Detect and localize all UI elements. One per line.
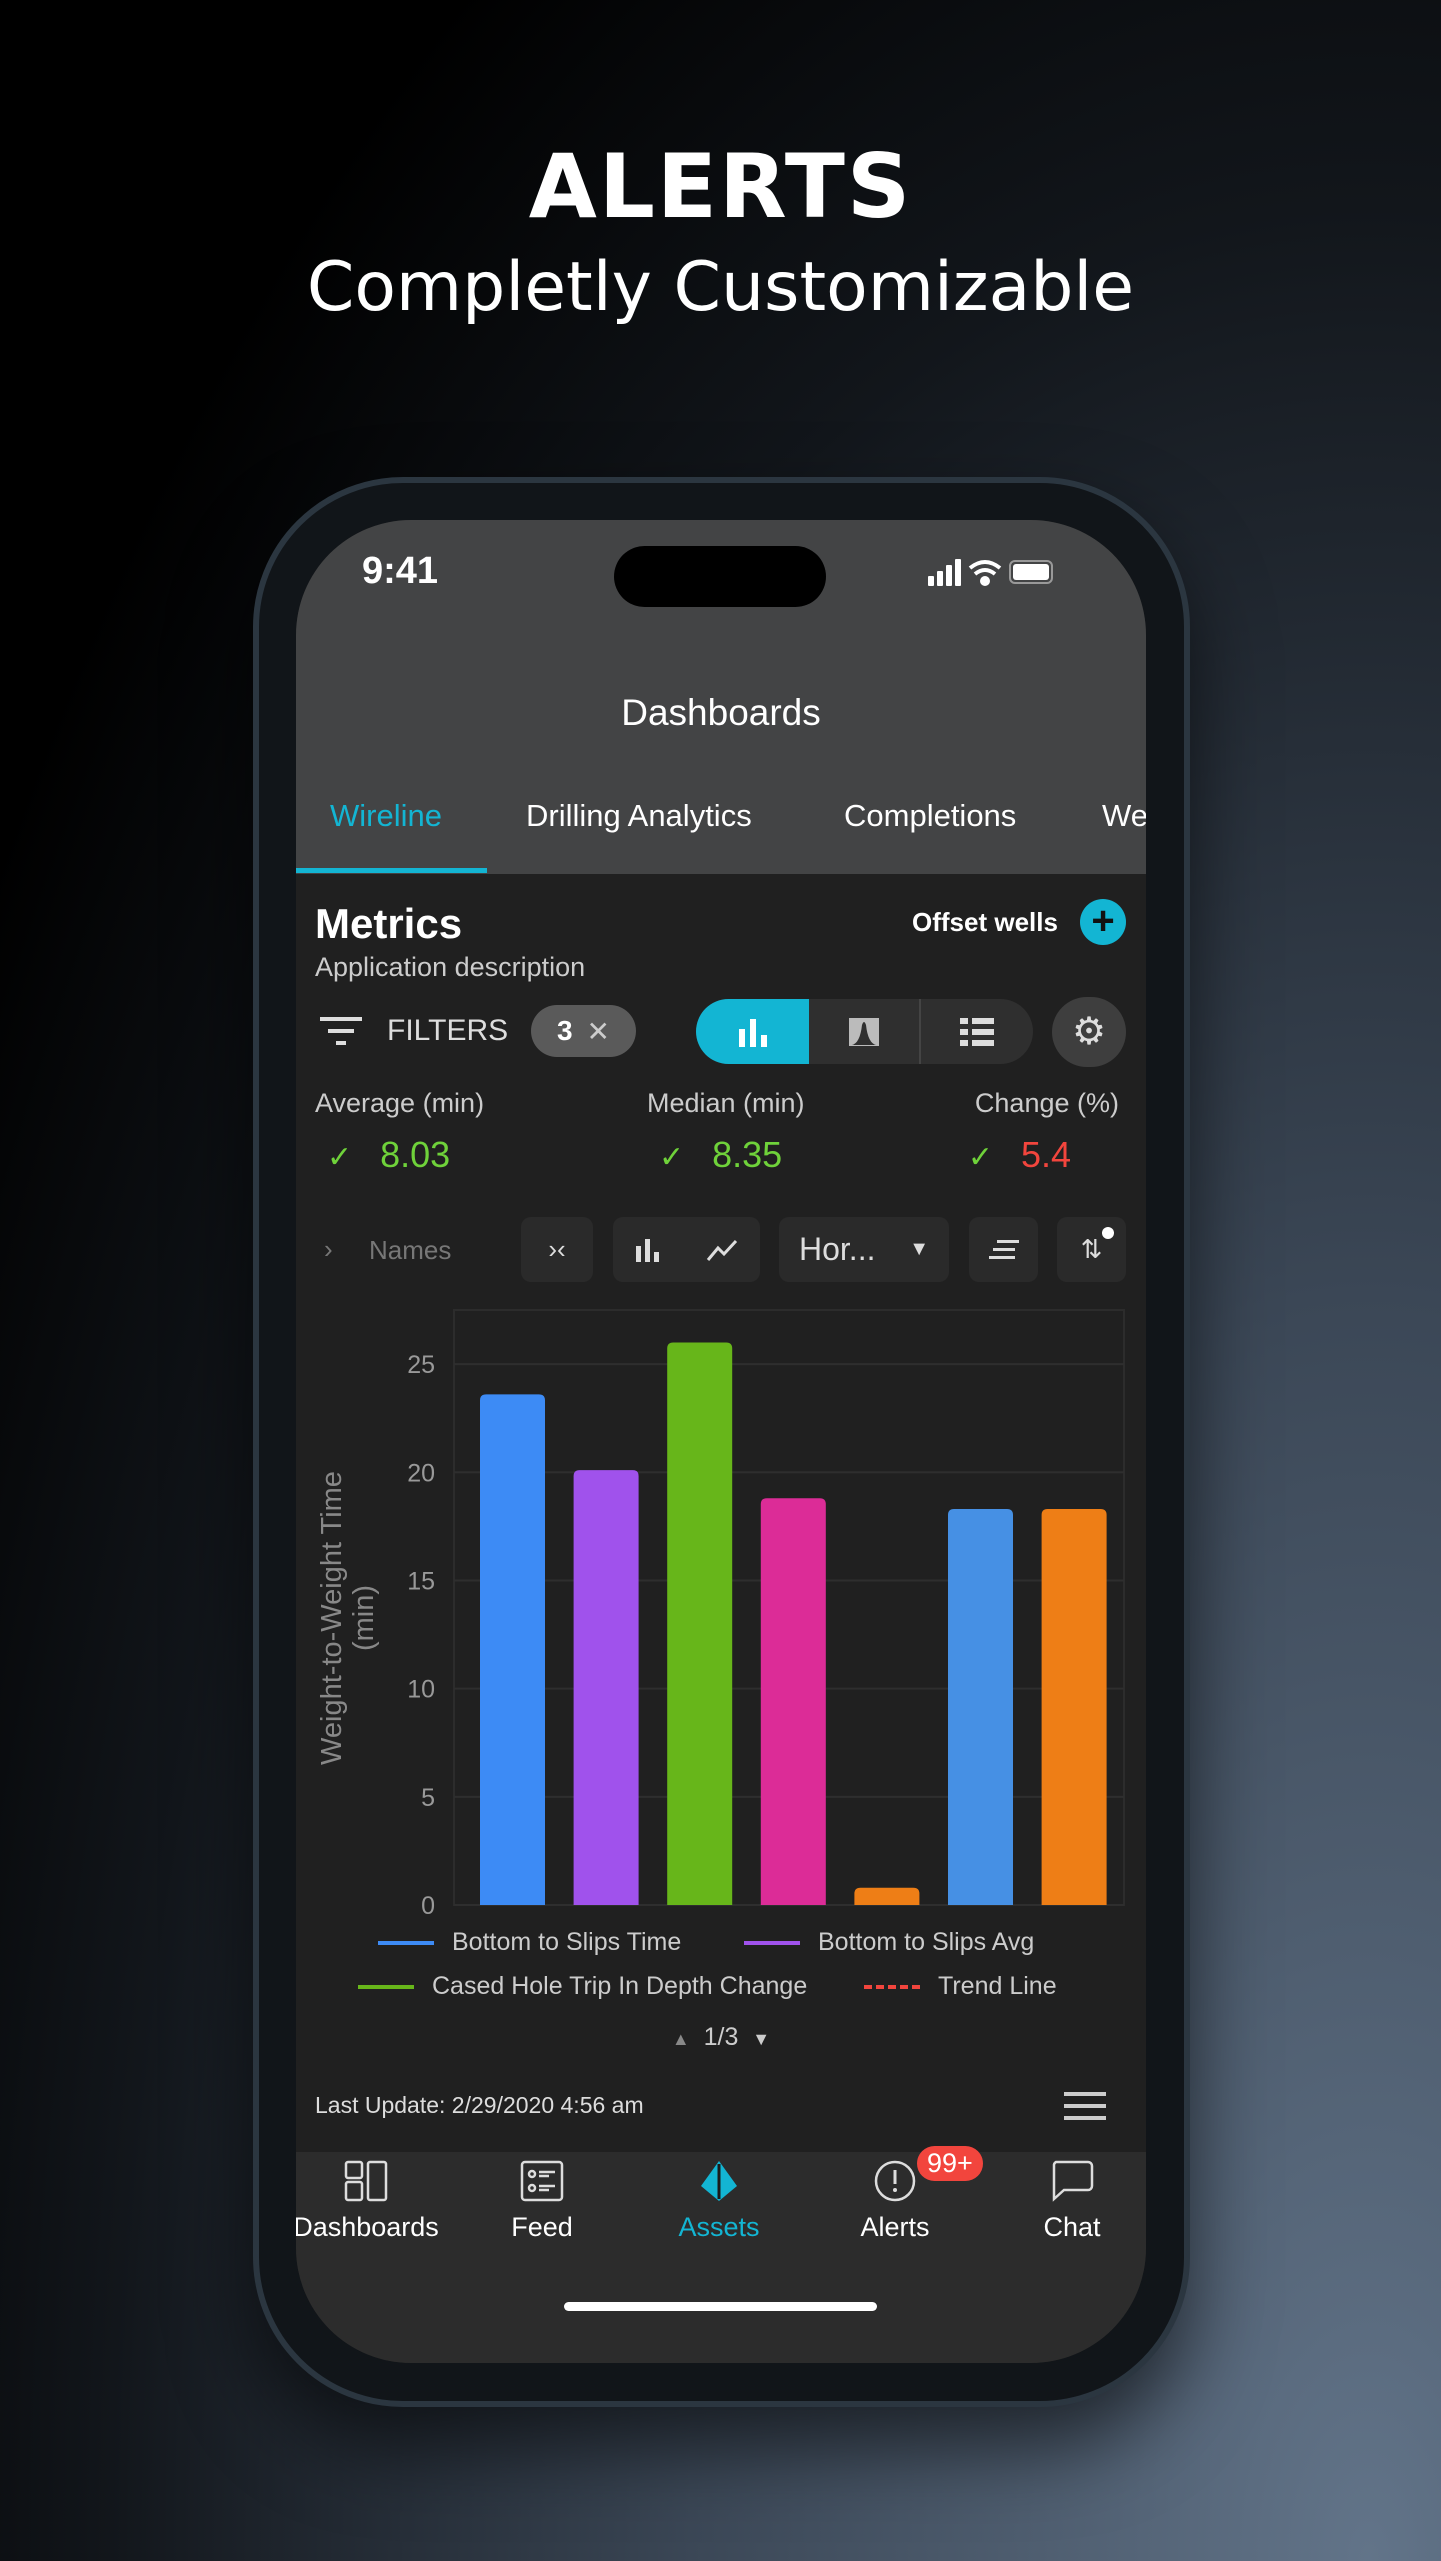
assets-icon xyxy=(701,2161,737,2201)
filters-label[interactable]: FILTERS xyxy=(387,1014,508,1048)
bar-chart-icon xyxy=(738,1018,767,1047)
nav-feed[interactable]: Feed xyxy=(462,2160,622,2243)
bar-view-button[interactable] xyxy=(696,999,809,1064)
bar[interactable] xyxy=(948,1509,1013,1905)
collapse-button[interactable]: ›‹ xyxy=(521,1217,593,1282)
legend-item[interactable]: Cased Hole Trip In Depth Change xyxy=(358,1972,807,2001)
y-tick-label: 15 xyxy=(407,1567,435,1595)
y-tick-label: 5 xyxy=(421,1784,435,1812)
page-title: Dashboards xyxy=(621,692,821,733)
legend-swatch xyxy=(378,1940,434,1945)
collapse-icon: ›‹ xyxy=(548,1234,566,1264)
wifi-icon xyxy=(968,560,1002,586)
names-toggle[interactable]: Names xyxy=(369,1235,451,1266)
tab-wireline[interactable]: Wireline xyxy=(330,798,442,834)
stat-value: ✓ 8.03 xyxy=(327,1134,451,1175)
bar-chart: 0 5 10 15 20 25 xyxy=(407,1309,1125,1920)
bar[interactable] xyxy=(760,1498,826,1905)
legend-prev-icon[interactable]: ▲ xyxy=(672,2029,690,2049)
sort-active-dot xyxy=(1102,1227,1114,1239)
home-indicator[interactable] xyxy=(564,2302,877,2311)
signal-icon xyxy=(928,559,961,586)
bar[interactable] xyxy=(667,1342,733,1905)
stat-label: Change (%) xyxy=(974,1088,1119,1118)
section-description: Application description xyxy=(315,952,586,982)
expand-chevron-icon[interactable]: › xyxy=(324,1234,333,1265)
legend-swatch xyxy=(744,1940,800,1945)
tab-completions[interactable]: Completions xyxy=(844,798,1016,834)
y-tick-label: 25 xyxy=(407,1351,435,1379)
battery-icon xyxy=(1009,560,1053,584)
stat-value: ✓ 5.4 xyxy=(967,1134,1071,1175)
offset-wells-label[interactable]: Offset wells xyxy=(912,907,1058,938)
legend-item[interactable]: Trend Line xyxy=(864,1972,1057,2001)
y-tick-label: 0 xyxy=(421,1892,435,1920)
hero-subtitle: Completly Customizable xyxy=(306,248,1135,327)
settings-gear-icon[interactable]: ⚙ xyxy=(1052,997,1126,1067)
nav-dashboards[interactable]: Dashboards xyxy=(296,2160,446,2243)
bar[interactable] xyxy=(854,1887,920,1905)
stat-label: Median (min) xyxy=(647,1088,805,1118)
legend-swatch xyxy=(864,1984,920,1989)
phone-screen: 9:41 Dashboards Wireline Drilling Analyt… xyxy=(296,520,1146,2363)
bar[interactable] xyxy=(573,1470,639,1905)
tab-drilling-analytics[interactable]: Drilling Analytics xyxy=(526,798,752,834)
active-tab-indicator xyxy=(296,868,487,873)
sort-icon: ⇅ xyxy=(1080,1234,1103,1264)
status-icons xyxy=(928,559,1053,586)
tab-more[interactable]: We xyxy=(1102,798,1146,834)
chat-icon xyxy=(1052,2160,1094,2202)
feed-icon xyxy=(520,2160,564,2202)
stat-value: ✓ 8.35 xyxy=(659,1134,783,1175)
y-tick-label: 20 xyxy=(407,1459,435,1487)
dropdown-value: Hor... xyxy=(799,1231,876,1267)
nav-chat[interactable]: Chat xyxy=(992,2160,1146,2243)
clear-filters-icon[interactable]: ✕ xyxy=(587,1015,610,1048)
legend-item[interactable]: Bottom to Slips Time xyxy=(378,1928,681,1957)
add-offset-well-button[interactable]: + xyxy=(1080,899,1126,945)
align-icon xyxy=(988,1239,1019,1259)
legend-item[interactable]: Bottom to Slips Avg xyxy=(744,1928,1034,1957)
legend-next-icon[interactable]: ▼ xyxy=(752,2029,770,2049)
view-toggle xyxy=(696,999,1033,1064)
filter-count-chip[interactable]: 3 ✕ xyxy=(531,1005,636,1057)
dashboards-icon xyxy=(344,2160,388,2202)
y-tick-label: 10 xyxy=(407,1676,435,1704)
y-axis-title: Weight-to-Weight Time (min) xyxy=(316,1471,380,1765)
alerts-badge: 99+ xyxy=(917,2146,983,2181)
hero-title: ALERTS xyxy=(528,135,913,238)
status-time: 9:41 xyxy=(362,550,439,592)
nav-alerts[interactable]: Alerts 99+ xyxy=(815,2146,983,2243)
orientation-dropdown[interactable]: Hor... ▼ xyxy=(779,1217,949,1282)
filter-count: 3 xyxy=(556,1015,573,1046)
sort-button[interactable]: ⇅ xyxy=(1057,1217,1126,1282)
list-icon xyxy=(960,1017,994,1046)
bar[interactable] xyxy=(480,1394,545,1905)
distribution-icon xyxy=(849,1017,879,1046)
align-button[interactable] xyxy=(969,1217,1038,1282)
last-update: Last Update: 2/29/2020 4:56 am xyxy=(315,2092,644,2118)
nav-assets[interactable]: Assets xyxy=(639,2160,799,2243)
section-title: Metrics xyxy=(315,900,463,947)
stat-label: Average (min) xyxy=(315,1088,485,1118)
line-chart-icon[interactable] xyxy=(706,1238,738,1262)
legend-page: 1/3 xyxy=(703,2023,739,2051)
check-icon: ✓ xyxy=(967,1141,993,1174)
alerts-icon xyxy=(874,2160,916,2202)
bar-chart-icon[interactable] xyxy=(635,1238,661,1262)
bar[interactable] xyxy=(1041,1509,1107,1905)
filter-icon[interactable] xyxy=(320,1017,362,1047)
distribution-view-button[interactable] xyxy=(809,999,921,1064)
check-icon: ✓ xyxy=(327,1141,353,1174)
list-view-button[interactable] xyxy=(921,999,1033,1064)
menu-icon[interactable] xyxy=(1064,2092,1106,2120)
dynamic-island xyxy=(614,546,826,607)
dropdown-arrow-icon: ▼ xyxy=(909,1238,929,1260)
legend-pager: ▲ 1/3 ▼ xyxy=(296,2023,1146,2052)
check-icon: ✓ xyxy=(659,1141,685,1174)
legend-swatch xyxy=(358,1984,414,1989)
chart-type-group xyxy=(613,1217,760,1282)
